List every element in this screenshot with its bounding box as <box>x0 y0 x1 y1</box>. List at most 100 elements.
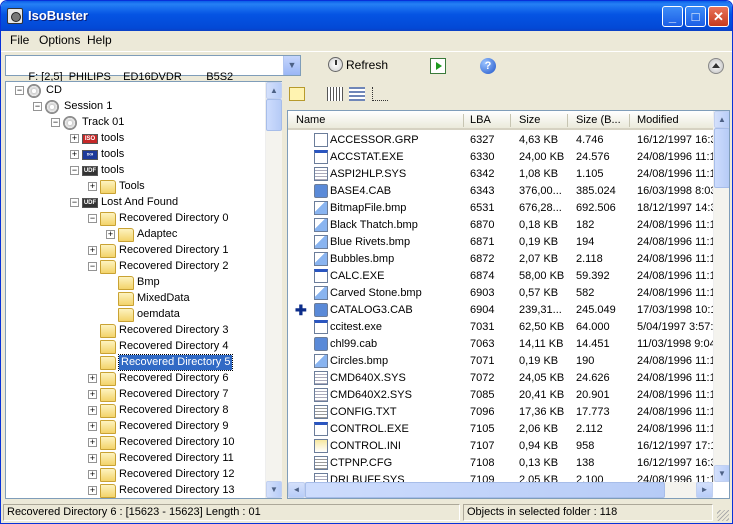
tree-node[interactable]: + Recovered Directory 9 <box>6 419 265 435</box>
details-view-icon[interactable] <box>327 87 343 101</box>
tree-node-label[interactable]: Bmp <box>137 275 160 290</box>
tree-node[interactable]: + Recovered Directory 7 <box>6 387 265 403</box>
up-folder-icon[interactable] <box>289 87 305 101</box>
tree-node[interactable]: + Recovered Directory 8 <box>6 403 265 419</box>
drive-select[interactable]: F: [2,5] PHILIPS ED16DVDR B5S2 ▼ <box>5 55 301 83</box>
tree-node-label[interactable]: oemdata <box>137 307 180 322</box>
tree-node-label[interactable]: Recovered Directory 1 <box>119 243 228 258</box>
list-scroll-thumb[interactable] <box>714 128 729 188</box>
tree-scroll-thumb[interactable] <box>266 99 282 131</box>
expand-icon[interactable]: + <box>70 134 79 143</box>
tree-node-label[interactable]: tools <box>101 131 124 146</box>
column-size-bytes[interactable]: Size (B... <box>576 114 621 126</box>
isobuster-app-icon[interactable] <box>7 8 23 24</box>
minimize-button[interactable]: _ <box>662 6 683 27</box>
tree-node[interactable]: + Tools <box>6 179 265 195</box>
table-row[interactable]: Blue Rivets.bmp 6871 0,19 KB 194 24/08/1996 … <box>288 234 713 251</box>
menu-help[interactable]: Help <box>87 33 112 47</box>
tree-node[interactable]: +»» tools <box>6 147 265 163</box>
tree-node-label[interactable]: Adaptec <box>137 227 177 242</box>
maximize-button[interactable]: □ <box>685 6 706 27</box>
tree-node[interactable]: oemdata <box>6 307 265 323</box>
eject-icon[interactable] <box>708 58 724 74</box>
chevron-down-icon[interactable]: ▼ <box>283 56 300 75</box>
column-lba[interactable]: LBA <box>470 114 491 126</box>
expand-icon[interactable]: + <box>88 182 97 191</box>
tree-node-label[interactable]: CD <box>46 83 62 98</box>
table-row[interactable]: ACCESSOR.GRP 6327 4,63 KB 4.746 16/12/1997 1… <box>288 132 713 149</box>
tree-node[interactable]: + Recovered Directory 1 <box>6 243 265 259</box>
expand-icon[interactable]: + <box>88 246 97 255</box>
close-button[interactable]: ✕ <box>708 6 729 27</box>
tree-node[interactable]: Bmp <box>6 275 265 291</box>
list-horizontal-scrollbar[interactable]: ◄ ► <box>288 482 713 498</box>
collapse-icon[interactable]: − <box>88 262 97 271</box>
tree-node-label[interactable]: MixedData <box>137 291 190 306</box>
table-row[interactable]: Bubbles.bmp 6872 2,07 KB 2.118 24/08/1996 11… <box>288 251 713 268</box>
expand-icon[interactable]: + <box>88 390 97 399</box>
tree-node-label[interactable]: Recovered Directory 11 <box>119 451 234 466</box>
tree-node-label[interactable]: Recovered Directory 7 <box>119 387 228 402</box>
scroll-right-icon[interactable]: ► <box>696 482 713 498</box>
expand-icon[interactable]: + <box>88 406 97 415</box>
tree-node[interactable]: + Recovered Directory 6 <box>6 371 265 387</box>
refresh-button[interactable]: Refresh <box>328 57 388 72</box>
tree-node[interactable]: Recovered Directory 5 <box>6 354 265 371</box>
tree-node-label[interactable]: Track 01 <box>82 115 124 130</box>
tree-node[interactable]: + Recovered Directory 11 <box>6 451 265 467</box>
table-row[interactable]: BitmapFile.bmp 6531 676,28... 692.506 18/12/… <box>288 200 713 217</box>
list-hscroll-thumb[interactable] <box>305 482 665 498</box>
list-vertical-scrollbar[interactable]: ▲ ▼ <box>713 111 729 482</box>
table-row[interactable]: CALC.EXE 6874 58,00 KB 59.392 24/08/1996 11:… <box>288 268 713 285</box>
table-row[interactable]: CTPNP.CFG 7108 0,13 KB 138 16/12/1997 16:3 <box>288 455 713 472</box>
tree-node-label[interactable]: Recovered Directory 9 <box>119 419 228 434</box>
tree-node-label[interactable]: Recovered Directory 2 <box>119 259 228 274</box>
tree-node[interactable]: − UDF tools <box>6 163 265 179</box>
scroll-down-icon[interactable]: ▼ <box>266 481 282 498</box>
tree-node-label[interactable]: Recovered Directory 3 <box>119 323 228 338</box>
tree-node[interactable]: − Recovered Directory 2 <box>6 259 265 275</box>
expand-icon[interactable]: + <box>106 230 115 239</box>
tree-node[interactable]: + Recovered Directory 13 <box>6 483 265 498</box>
table-row[interactable]: chl99.cab 7063 14,11 KB 14.451 11/03/1998 9:… <box>288 336 713 353</box>
tree-node[interactable]: Recovered Directory 4 <box>6 339 265 355</box>
menu-options[interactable]: Options <box>39 33 80 47</box>
tree-node[interactable]: − CD <box>6 83 265 99</box>
expand-icon[interactable]: + <box>88 470 97 479</box>
tree-node-label[interactable]: Recovered Directory 10 <box>119 435 235 450</box>
tree-node[interactable]: + Recovered Directory 10 <box>6 435 265 451</box>
tree-node[interactable]: + Recovered Directory 12 <box>6 467 265 483</box>
tree-node-label[interactable]: Session 1 <box>64 99 112 114</box>
tree-node-label[interactable]: Recovered Directory 8 <box>119 403 228 418</box>
expand-icon[interactable]: + <box>88 374 97 383</box>
collapse-icon[interactable]: − <box>88 214 97 223</box>
tree-node[interactable]: + ISO tools <box>6 131 265 147</box>
tree-node[interactable]: − UDF Lost And Found <box>6 195 265 211</box>
title-bar[interactable]: IsoBuster _ □ ✕ <box>1 1 732 31</box>
table-row[interactable]: CONTROL.EXE 7105 2,06 KB 2.112 24/08/1996 11… <box>288 421 713 438</box>
expand-icon[interactable]: + <box>88 486 97 495</box>
column-size[interactable]: Size <box>519 114 540 126</box>
menu-file[interactable]: File <box>10 33 29 47</box>
tree-node[interactable]: − Track 01 <box>6 115 265 131</box>
scroll-up-icon[interactable]: ▲ <box>266 82 282 99</box>
tree-node-label[interactable]: Recovered Directory 12 <box>119 467 235 482</box>
list-view-icon[interactable] <box>349 87 365 101</box>
tree-node-label[interactable]: Recovered Directory 4 <box>119 339 228 354</box>
tree-node[interactable]: Recovered Directory 3 <box>6 323 265 339</box>
scroll-up-icon[interactable]: ▲ <box>714 111 729 128</box>
help-icon[interactable]: ? <box>480 58 496 74</box>
table-row[interactable]: CMD640X2.SYS 7085 20,41 KB 20.901 24/08/1996… <box>288 387 713 404</box>
table-row[interactable]: BASE4.CAB 6343 376,00... 385.024 16/03/1998 … <box>288 183 713 200</box>
tree-node[interactable]: MixedData <box>6 291 265 307</box>
collapse-icon[interactable]: − <box>51 118 60 127</box>
collapse-icon[interactable]: − <box>15 86 24 95</box>
tree-vertical-scrollbar[interactable]: ▲ ▼ <box>265 82 282 498</box>
tree-node-label[interactable]: Tools <box>119 179 145 194</box>
column-name[interactable]: Name <box>296 114 325 126</box>
table-row[interactable]: Black Thatch.bmp 6870 0,18 KB 182 24/08/1996… <box>288 217 713 234</box>
expand-icon[interactable]: + <box>88 454 97 463</box>
table-row[interactable]: ✚ CATALOG3.CAB 6904 239,31... 245.049 17/03/1… <box>288 302 713 319</box>
scroll-down-icon[interactable]: ▼ <box>714 465 729 482</box>
extract-icon[interactable] <box>430 58 446 74</box>
